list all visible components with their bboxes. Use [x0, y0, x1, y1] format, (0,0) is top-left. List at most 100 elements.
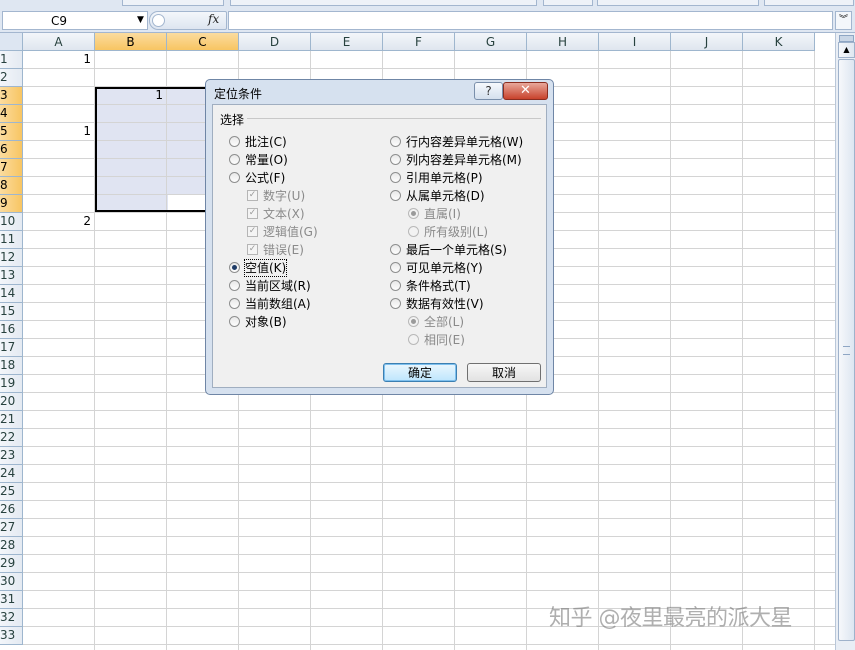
radio-icon	[229, 316, 240, 327]
chevron-down-icon[interactable]: ▼	[137, 15, 144, 25]
radio-icon	[408, 334, 419, 345]
gridline	[23, 572, 835, 573]
expand-formula-bar-button[interactable]: ︾	[835, 11, 852, 30]
ok-button[interactable]: 确定	[383, 363, 457, 382]
split-handle[interactable]	[839, 35, 854, 42]
row-header-26[interactable]: 26	[0, 501, 23, 519]
row-header-20[interactable]: 20	[0, 393, 23, 411]
name-box[interactable]: C9 ▼	[2, 11, 148, 30]
row-header-33[interactable]: 33	[0, 627, 23, 645]
row-header-8[interactable]: 8	[0, 177, 23, 195]
row-header-30[interactable]: 30	[0, 573, 23, 591]
cell-b3[interactable]: 1	[95, 88, 163, 102]
formula-bar: C9 ▼ fx ︾	[0, 8, 855, 33]
row-header-12[interactable]: 12	[0, 249, 23, 267]
row-header-15[interactable]: 15	[0, 303, 23, 321]
column-header-e[interactable]: E	[311, 33, 383, 51]
row-header-31[interactable]: 31	[0, 591, 23, 609]
column-header-i[interactable]: I	[599, 33, 671, 51]
formula-input[interactable]	[228, 11, 833, 30]
checkbox-icon: ✓	[247, 208, 258, 219]
radio-icon	[408, 226, 419, 237]
ribbon-group-edge	[230, 0, 537, 6]
radio-icon	[390, 244, 401, 255]
scroll-up-icon[interactable]: ▲	[838, 42, 855, 58]
row-header-14[interactable]: 14	[0, 285, 23, 303]
row-header-5[interactable]: 5	[0, 123, 23, 141]
scroll-thumb[interactable]	[838, 59, 855, 641]
radio-icon	[229, 136, 240, 147]
gridline	[23, 446, 835, 447]
ribbon-group-edge	[543, 0, 593, 6]
cancel-button[interactable]: 取消	[467, 363, 541, 382]
row-header-9[interactable]: 9	[0, 195, 23, 213]
gridline	[23, 536, 835, 537]
select-all-corner[interactable]	[0, 33, 23, 51]
radio-icon	[390, 262, 401, 273]
row-header-29[interactable]: 29	[0, 555, 23, 573]
gridline	[23, 68, 835, 69]
radio-selected-icon	[408, 208, 419, 219]
radio-icon	[390, 172, 401, 183]
help-button[interactable]: ?	[474, 82, 503, 100]
cell-a1[interactable]: 1	[23, 52, 91, 66]
gridline	[23, 500, 835, 501]
column-header-a[interactable]: A	[23, 33, 95, 51]
ribbon-group-edge	[764, 0, 854, 6]
row-header-22[interactable]: 22	[0, 429, 23, 447]
group-label: 选择	[219, 111, 246, 128]
row-header-2[interactable]: 2	[0, 69, 23, 87]
row-header-27[interactable]: 27	[0, 519, 23, 537]
row-header-13[interactable]: 13	[0, 267, 23, 285]
row-header-17[interactable]: 17	[0, 339, 23, 357]
column-header-g[interactable]: G	[455, 33, 527, 51]
column-header-k[interactable]: K	[743, 33, 815, 51]
row-header-32[interactable]: 32	[0, 609, 23, 627]
cell-a10[interactable]: 2	[23, 214, 91, 228]
radio-icon	[229, 172, 240, 183]
radio-icon	[390, 154, 401, 165]
row-header-19[interactable]: 19	[0, 375, 23, 393]
row-header-4[interactable]: 4	[0, 105, 23, 123]
row-header-6[interactable]: 6	[0, 141, 23, 159]
row-header-11[interactable]: 11	[0, 231, 23, 249]
column-header-f[interactable]: F	[383, 33, 455, 51]
row-header-25[interactable]: 25	[0, 483, 23, 501]
row-header-21[interactable]: 21	[0, 411, 23, 429]
row-header-28[interactable]: 28	[0, 537, 23, 555]
expand-handle-icon[interactable]	[152, 14, 165, 27]
row-header-3[interactable]: 3	[0, 87, 23, 105]
insert-function-button[interactable]: fx	[208, 12, 219, 26]
close-button[interactable]: ✕	[503, 82, 548, 100]
formula-buttons: fx	[149, 11, 227, 30]
column-header-d[interactable]: D	[239, 33, 311, 51]
row-header-18[interactable]: 18	[0, 357, 23, 375]
checkbox-icon: ✓	[247, 190, 258, 201]
row-header-23[interactable]: 23	[0, 447, 23, 465]
gridline	[23, 644, 835, 645]
column-header-j[interactable]: J	[671, 33, 743, 51]
column-header-c[interactable]: C	[167, 33, 239, 51]
radio-selected-icon	[229, 262, 240, 273]
gridline	[23, 554, 835, 555]
row-header-1[interactable]: 1	[0, 51, 23, 69]
column-header-h[interactable]: H	[527, 33, 599, 51]
checkbox-icon: ✓	[247, 226, 258, 237]
vertical-scrollbar[interactable]: ▲	[835, 33, 855, 650]
row-header-10[interactable]: 10	[0, 213, 23, 231]
radio-icon	[390, 280, 401, 291]
column-header-b[interactable]: B	[95, 33, 167, 51]
radio-icon	[390, 190, 401, 201]
grip-icon	[843, 346, 850, 355]
row-header-7[interactable]: 7	[0, 159, 23, 177]
row-header-16[interactable]: 16	[0, 321, 23, 339]
radio-icon	[229, 154, 240, 165]
ribbon-group-edge	[122, 0, 224, 6]
radio-icon	[229, 298, 240, 309]
cell-a5[interactable]: 1	[23, 124, 91, 138]
name-box-value: C9	[51, 14, 68, 28]
row-header-24[interactable]: 24	[0, 465, 23, 483]
group-divider	[247, 118, 541, 119]
gridline	[23, 518, 835, 519]
ribbon-group-edge	[597, 0, 759, 6]
